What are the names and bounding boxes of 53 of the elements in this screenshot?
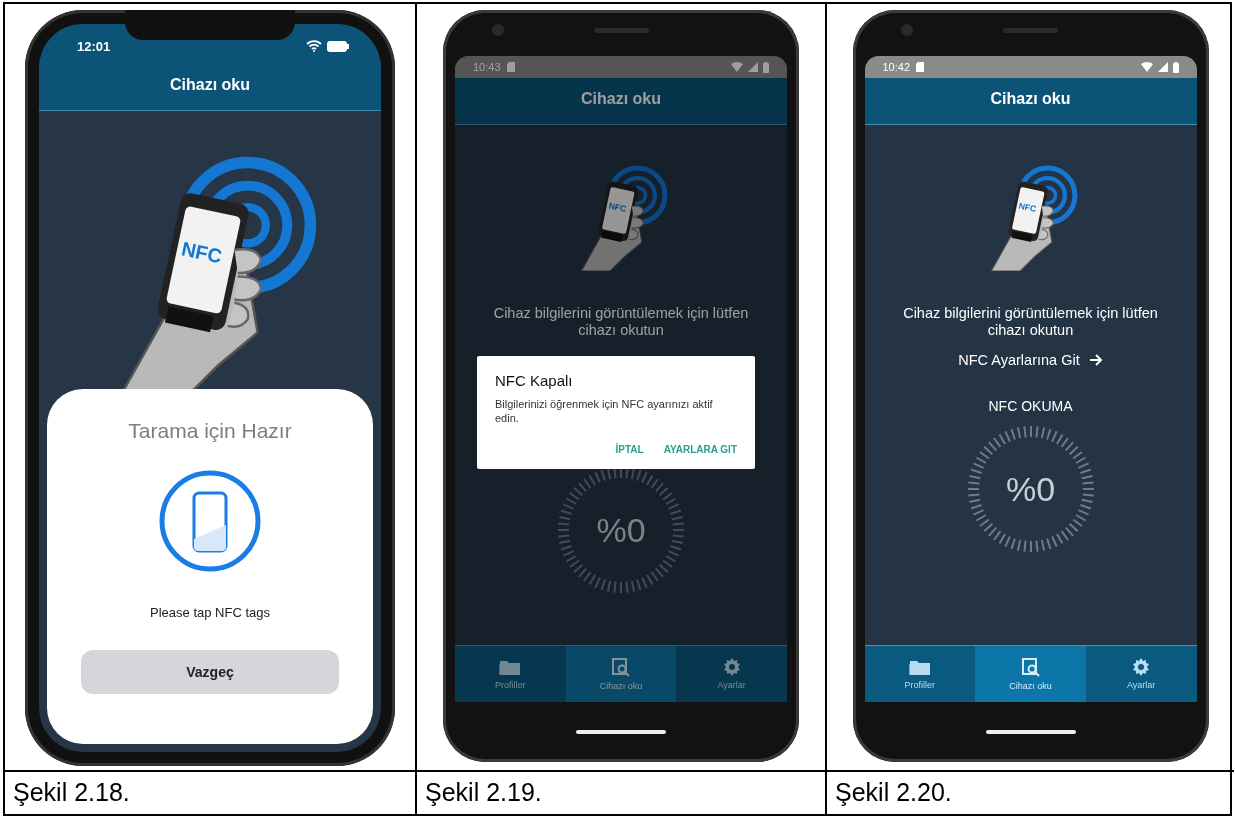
status-time: 12:01 xyxy=(77,38,111,54)
document-search-icon xyxy=(1020,657,1041,677)
signal-icon xyxy=(1157,62,1168,72)
battery-icon xyxy=(1172,61,1179,73)
dialog-message: Bilgilerinizi öğrenmek için NFC ayarınızı aktif edin. xyxy=(495,397,714,426)
dialog-button[interactable]: AYARLARA GIT xyxy=(663,441,737,457)
battery-icon xyxy=(763,61,769,73)
nav-tab[interactable]: Profiller xyxy=(455,646,566,702)
battery-icon xyxy=(327,40,349,52)
screen-title: Cihazı oku xyxy=(455,78,787,125)
nav-tab[interactable]: Ayarlar xyxy=(1085,646,1197,702)
wifi-icon xyxy=(1140,62,1153,72)
dialog-button[interactable]: İPTAL xyxy=(615,441,644,457)
phone-scan-icon xyxy=(158,469,262,573)
settings-icon xyxy=(1132,658,1151,676)
camera xyxy=(491,24,504,36)
sd-card-icon xyxy=(916,62,925,72)
nav-tab[interactable]: Profiller xyxy=(864,646,976,702)
sheet-message: Please tap NFC tags xyxy=(150,605,270,620)
folder-icon xyxy=(499,658,522,676)
speaker xyxy=(593,27,649,33)
camera xyxy=(901,24,913,36)
cancel-button[interactable]: Vazgeç xyxy=(81,650,339,694)
nav-tab[interactable]: Ayarlar xyxy=(676,646,787,702)
settings-icon xyxy=(722,658,741,676)
dialog-title: NFC Kapalı xyxy=(495,372,574,389)
folder-icon xyxy=(908,658,931,676)
reading-title: NFC OKUMA xyxy=(988,397,1073,414)
status-time: 10:42 xyxy=(882,61,911,73)
figure-caption: Şekil 2.20. xyxy=(827,770,1234,814)
sd-card-icon xyxy=(506,62,515,72)
scan-prompt: Cihaz bilgilerini görüntülemek için lütfen cihazı okutun xyxy=(492,305,750,340)
nav-tab[interactable]: Cihazı oku xyxy=(565,646,677,702)
status-time: 10:43 xyxy=(473,61,501,73)
scan-prompt: Cihaz bilgilerini görüntülemek için lütfen cihazı okutun xyxy=(902,305,1159,340)
screen-title: Cihazı oku xyxy=(39,64,381,111)
arrow-right-icon xyxy=(1089,353,1103,366)
progress-reading: %0 xyxy=(1005,469,1056,509)
document-search-icon xyxy=(611,657,631,677)
figure-caption: Şekil 2.18. xyxy=(5,770,415,814)
signal-icon xyxy=(748,62,758,72)
nfc-label: NFC xyxy=(179,237,225,268)
wifi-icon xyxy=(306,40,322,52)
nfc-settings-link[interactable]: NFC Ayarlarına Git xyxy=(958,351,1103,368)
sheet-title: Tarama için Hazır xyxy=(128,419,292,443)
screen-title: Cihazı oku xyxy=(864,78,1197,125)
speaker xyxy=(1003,27,1058,33)
nfc-label: NFC xyxy=(1017,200,1037,215)
progress-reading: %0 xyxy=(596,510,646,550)
wifi-icon xyxy=(731,62,743,72)
nfc-label: NFC xyxy=(607,200,628,215)
nav-tab[interactable]: Cihazı oku xyxy=(975,646,1086,702)
figure-caption: Şekil 2.19. xyxy=(417,770,825,814)
